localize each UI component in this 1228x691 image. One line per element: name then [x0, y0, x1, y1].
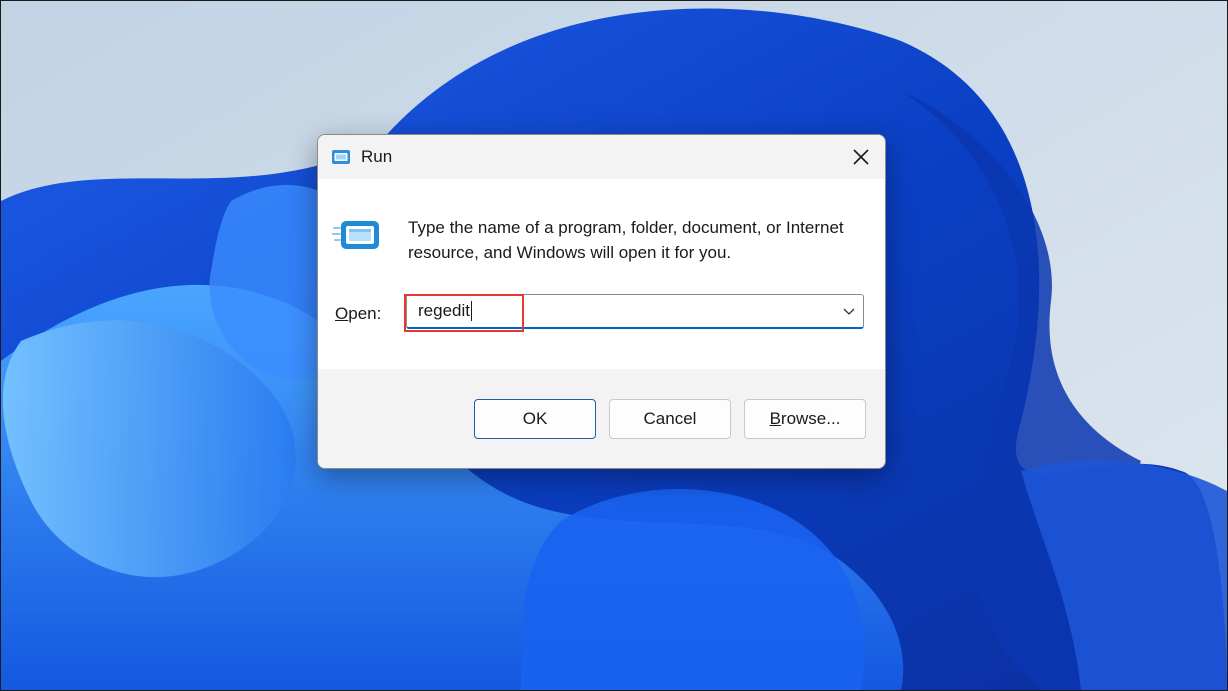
open-input-value[interactable]: regedit: [418, 301, 472, 321]
close-icon: [853, 149, 869, 165]
browse-button-label: rowse...: [780, 409, 841, 428]
close-button[interactable]: [837, 135, 885, 179]
open-combobox[interactable]: regedit: [406, 294, 864, 329]
run-icon: [332, 221, 379, 249]
dialog-title: Run: [361, 147, 393, 166]
open-label: Open:: [335, 304, 381, 324]
run-icon: [332, 150, 350, 164]
dialog-footer: OK Cancel Browse...: [318, 369, 885, 468]
browse-button-mnemonic: B: [769, 409, 781, 428]
cancel-button[interactable]: Cancel: [609, 399, 731, 439]
open-label-text: pen:: [348, 304, 382, 323]
title-bar[interactable]: Run: [318, 135, 885, 179]
chevron-down-icon[interactable]: [841, 303, 857, 319]
run-dialog: Run Type the name of a program, folder, …: [317, 134, 886, 469]
desktop: Run Type the name of a program, folder, …: [0, 0, 1228, 691]
ok-button[interactable]: OK: [474, 399, 596, 439]
ok-button-label: OK: [522, 409, 548, 428]
cancel-button-label: Cancel: [643, 409, 697, 428]
browse-button[interactable]: Browse...: [744, 399, 866, 439]
dialog-content: Type the name of a program, folder, docu…: [318, 179, 885, 369]
dialog-description: Type the name of a program, folder, docu…: [408, 218, 844, 262]
open-label-mnemonic: O: [335, 304, 349, 323]
